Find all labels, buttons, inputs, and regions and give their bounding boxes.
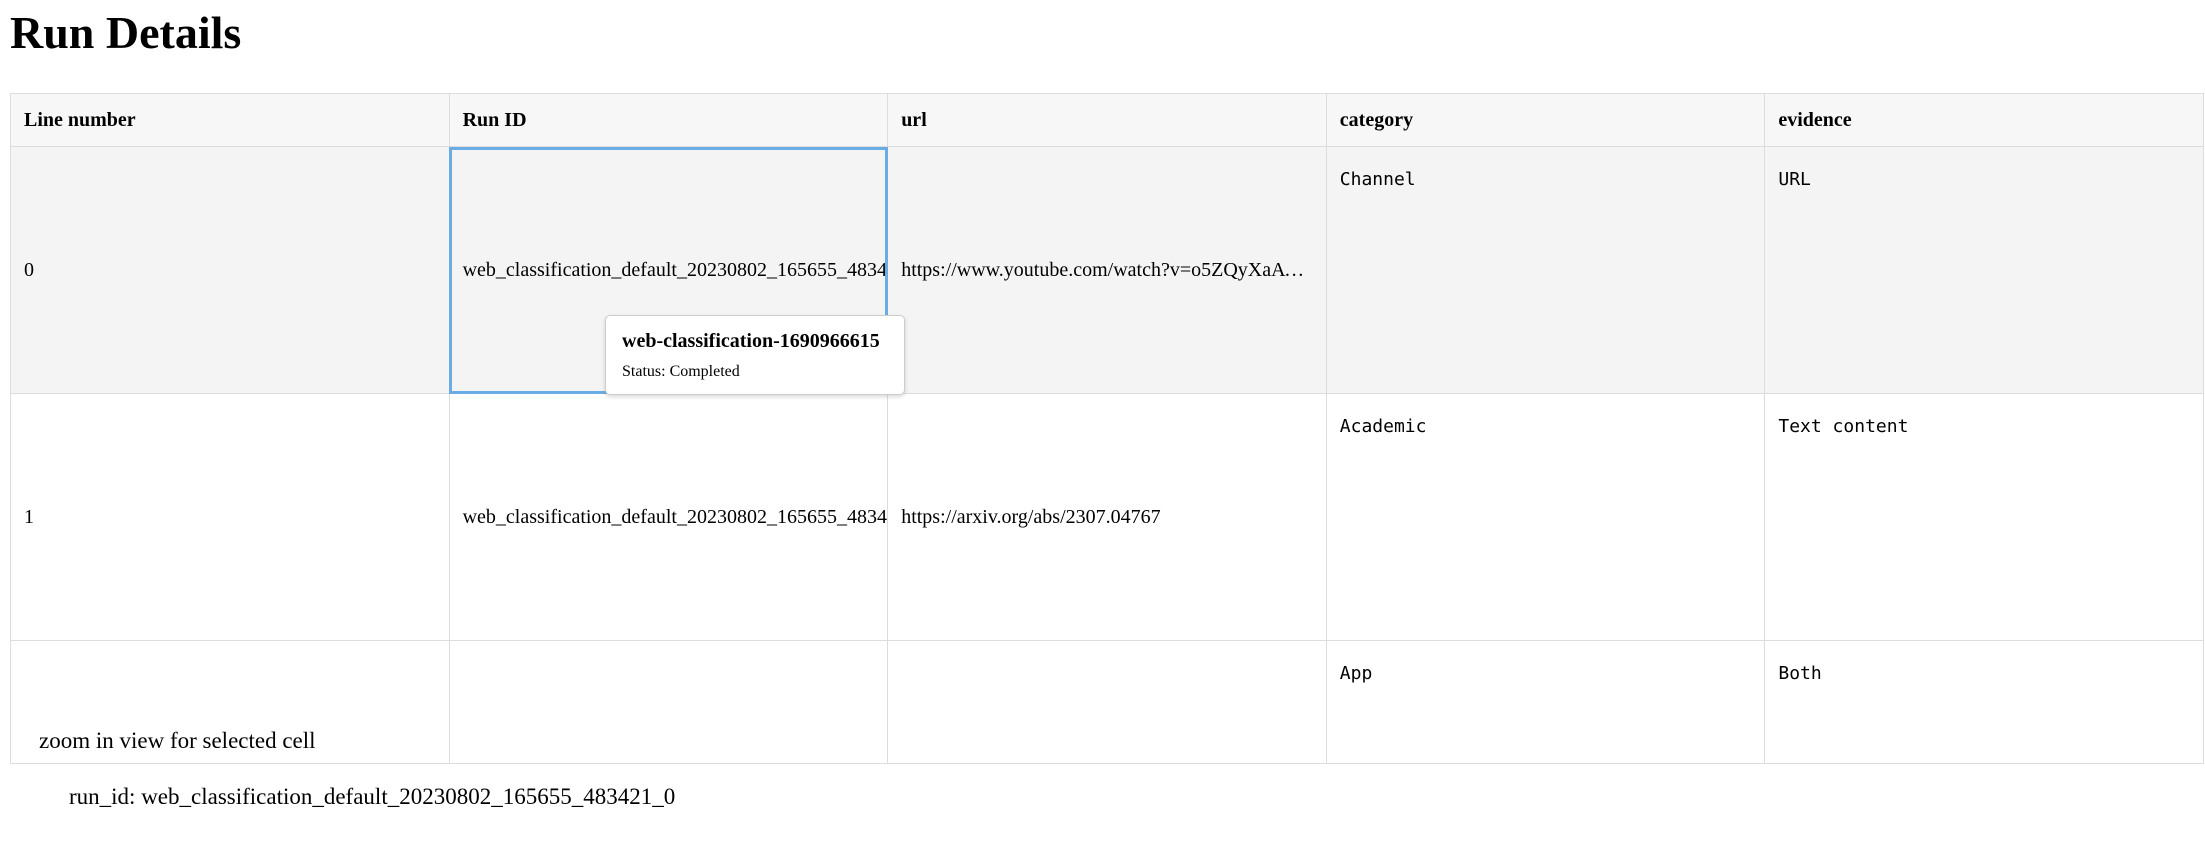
cell-url[interactable] — [887, 640, 1327, 764]
page-title: Run Details — [10, 7, 242, 58]
header-line-number[interactable]: Line number — [10, 93, 450, 147]
header-url[interactable]: url — [887, 93, 1327, 147]
cell-evidence[interactable]: Text content — [1764, 393, 2204, 641]
cell-url[interactable]: https://www.youtube.com/watch?v=o5ZQyXaA… — [887, 146, 1327, 394]
cell-category[interactable]: App — [1325, 640, 1766, 764]
tooltip-status: Status: Completed — [622, 363, 740, 380]
run-tooltip: web-classification-1690966615 Status: Co… — [605, 315, 905, 395]
table-row[interactable]: 1 web_classification_default_20230802_16… — [10, 393, 2204, 641]
cell-evidence[interactable]: Both — [1764, 640, 2204, 764]
cell-run-id[interactable] — [448, 640, 889, 764]
header-category[interactable]: category — [1325, 93, 1766, 147]
cell-run-id[interactable]: web_classification_default_20230802_1656… — [448, 393, 889, 641]
cell-evidence[interactable]: URL — [1764, 146, 2204, 394]
header-evidence[interactable]: evidence — [1764, 93, 2204, 147]
cell-category[interactable]: Channel — [1325, 146, 1766, 394]
header-row: Line number Run ID url category evidence — [10, 93, 2204, 147]
cell-url[interactable]: https://arxiv.org/abs/2307.04767 — [887, 393, 1327, 641]
table-row[interactable]: App Both — [10, 640, 2204, 764]
cell-line-number[interactable]: 0 — [10, 146, 450, 394]
header-run-id[interactable]: Run ID — [448, 93, 889, 147]
table-row[interactable]: 0 web_classification_default_20230802_16… — [10, 146, 2204, 394]
zoom-view-run-id: run_id: web_classification_default_20230… — [69, 784, 676, 809]
zoom-view-label: zoom in view for selected cell — [39, 728, 316, 753]
cell-category[interactable]: Academic — [1325, 393, 1766, 641]
run-details-table: Line number Run ID url category evidence… — [10, 93, 2204, 764]
tooltip-title: web-classification-1690966615 — [622, 330, 880, 352]
cell-line-number[interactable]: 1 — [10, 393, 450, 641]
